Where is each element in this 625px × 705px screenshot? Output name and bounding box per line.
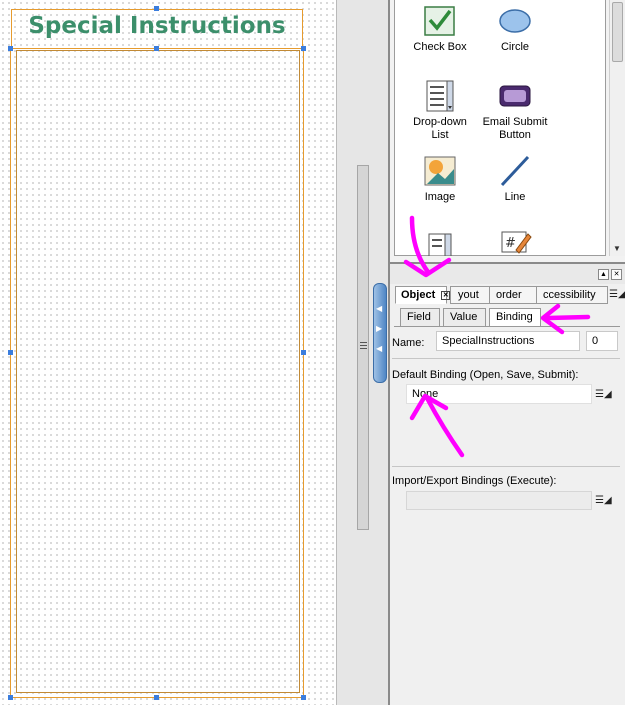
tab-label: order xyxy=(496,289,522,301)
object-library: Check Box Circle Drop-down List Email Su… xyxy=(388,0,625,262)
selection-handle[interactable] xyxy=(301,695,306,700)
close-tab-icon[interactable]: ✕ xyxy=(441,290,451,300)
tab-binding[interactable]: Binding xyxy=(489,308,541,327)
collapse-panel-button[interactable]: ◀ ▶ ◀ xyxy=(373,283,387,383)
chevron-right-icon: ▶ xyxy=(376,324,383,333)
tab-label: ccessibility xyxy=(543,289,596,301)
circle-icon xyxy=(498,5,532,37)
palette-menu-icon[interactable]: ☰◢ xyxy=(609,289,625,300)
tab-value[interactable]: Value xyxy=(443,308,486,327)
tab-field[interactable]: Field xyxy=(400,308,440,327)
import-export-menu-icon[interactable]: ☰◢ xyxy=(595,495,612,506)
name-label: Name: xyxy=(392,337,425,349)
tab-label: Value xyxy=(450,311,478,323)
drop-down-list-icon xyxy=(423,80,457,112)
tool-line[interactable]: Line xyxy=(470,155,560,203)
tab-label: Object xyxy=(401,289,436,301)
selection-handle[interactable] xyxy=(154,695,159,700)
tool-numeric-field[interactable]: # xyxy=(470,228,560,264)
triangle-up-icon[interactable]: ▲ xyxy=(598,269,609,280)
selection-handle[interactable] xyxy=(301,350,306,355)
tab-object[interactable]: Object ✕ xyxy=(395,286,451,304)
selection-handle[interactable] xyxy=(8,695,13,700)
tool-label: Line xyxy=(504,191,526,203)
chevron-left-icon: ◀ xyxy=(376,344,383,353)
panel-splitter[interactable]: ◀ ▶ ◀ xyxy=(336,0,388,705)
default-binding-select[interactable]: None xyxy=(406,384,592,404)
default-binding-label: Default Binding (Open, Save, Submit): xyxy=(392,369,579,381)
chevron-left-icon: ◀ xyxy=(376,304,383,313)
close-icon[interactable]: ✕ xyxy=(611,269,622,280)
selection-handle[interactable] xyxy=(8,46,13,51)
tool-email-submit-button[interactable]: Email Submit Button xyxy=(470,80,560,142)
tool-label: Circle xyxy=(500,41,530,53)
tool-label: Image xyxy=(424,191,456,203)
binding-menu-icon[interactable]: ☰◢ xyxy=(595,389,612,400)
selection-handle[interactable] xyxy=(301,46,306,51)
toolbox-scrollbar[interactable]: ▼ xyxy=(609,0,625,256)
special-instructions-field[interactable] xyxy=(16,50,300,693)
import-export-field[interactable] xyxy=(406,491,592,510)
numeric-field-icon: # xyxy=(498,228,532,260)
name-index-field[interactable]: 0 xyxy=(586,331,618,351)
divider xyxy=(392,358,620,359)
import-export-label: Import/Export Bindings (Execute): xyxy=(392,475,557,487)
check-box-icon xyxy=(423,5,457,37)
panel-header: ▲ ✕ xyxy=(390,264,625,284)
title-text-object[interactable]: Special Instructions xyxy=(11,9,303,49)
grip-icon[interactable] xyxy=(360,340,367,352)
tool-label: Check Box xyxy=(413,41,467,53)
tab-label: yout xyxy=(458,289,479,301)
svg-text:#: # xyxy=(505,236,516,251)
selection-handle[interactable] xyxy=(8,350,13,355)
object-library-list: Check Box Circle Drop-down List Email Su… xyxy=(394,0,606,257)
tab-label: Binding xyxy=(496,311,533,323)
image-icon xyxy=(423,155,457,187)
email-submit-button-icon xyxy=(498,80,532,112)
name-field[interactable]: SpecialInstructions xyxy=(436,331,580,351)
tab-accessibility[interactable]: ccessibility xyxy=(536,286,608,304)
line-icon xyxy=(498,155,532,187)
tool-circle[interactable]: Circle xyxy=(470,5,560,53)
tab-layout[interactable]: yout xyxy=(450,286,490,304)
scroll-down-arrow-icon[interactable]: ▼ xyxy=(613,244,621,253)
tool-label: Drop-down List xyxy=(413,116,467,141)
selection-handle[interactable] xyxy=(154,6,159,11)
divider xyxy=(392,466,620,467)
properties-panel: ▲ ✕ Object ✕ yout order ccessibility ☰◢ … xyxy=(388,262,625,705)
list-box-icon xyxy=(423,228,457,260)
tab-label: Field xyxy=(407,311,431,323)
tool-label: Email Submit Button xyxy=(482,116,548,141)
tab-divider xyxy=(394,326,620,327)
title-text: Special Instructions xyxy=(28,13,286,39)
selection-handle[interactable] xyxy=(154,46,159,51)
scroll-thumb[interactable] xyxy=(612,2,623,62)
tab-border[interactable]: order xyxy=(489,286,537,304)
design-canvas[interactable]: Special Instructions xyxy=(0,0,336,705)
